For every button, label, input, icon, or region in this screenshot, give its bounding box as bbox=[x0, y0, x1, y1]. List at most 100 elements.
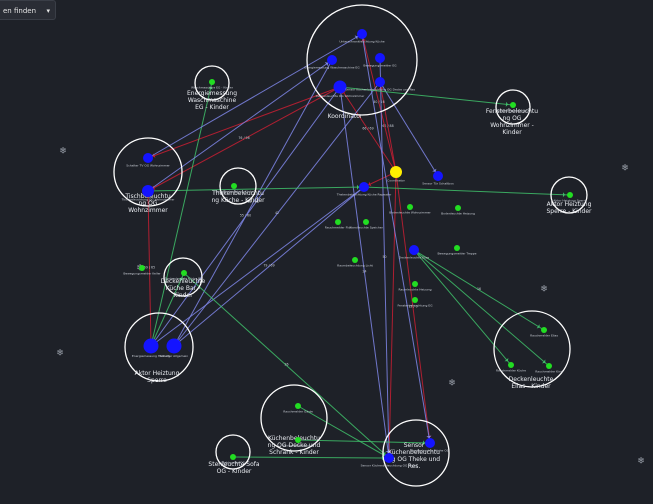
link[interactable] bbox=[413, 249, 512, 366]
link[interactable]: 50 bbox=[379, 57, 392, 459]
node-label: Sensor Tür Schaltbox bbox=[422, 182, 454, 186]
network-map[interactable]: ❄❄❄❄❄❄❄ 66 / 6962 / 8840 / 1612 / 076 / … bbox=[0, 0, 653, 500]
node-dot[interactable] bbox=[567, 192, 573, 198]
link-arrow-icon bbox=[356, 184, 360, 190]
node-device[interactable]: Schalter TV OG Wohnzimmer bbox=[126, 153, 171, 168]
node-label: Wandleuchte Speicher bbox=[349, 226, 383, 230]
node-dot[interactable] bbox=[407, 204, 413, 210]
link[interactable] bbox=[232, 455, 390, 461]
link-line[interactable] bbox=[232, 456, 390, 459]
node-endpoint[interactable]: Fensterbeleuchtung EG bbox=[397, 297, 433, 308]
node-dot[interactable] bbox=[546, 363, 552, 369]
link-line[interactable] bbox=[147, 59, 333, 192]
node-coordinator[interactable]: Coordinator bbox=[387, 166, 406, 183]
link-line[interactable] bbox=[363, 186, 571, 196]
node-dot[interactable] bbox=[357, 29, 367, 39]
node-dot[interactable] bbox=[510, 102, 516, 108]
link[interactable]: 26 bbox=[183, 272, 390, 459]
node-endpoint[interactable]: Waschmaschine EG - Kinder bbox=[191, 79, 234, 90]
node-device[interactable]: Thekenbeleuchtung Küche Repeater bbox=[336, 182, 392, 197]
node-endpoint[interactable]: Aktor Heiztung Sperre bbox=[553, 192, 587, 203]
groups-layer: Energiemessung Waschmaschine EG - Kinder Ko… bbox=[113, 4, 592, 487]
node-label: Rauchmelder Kind bbox=[535, 370, 563, 374]
node-dot[interactable] bbox=[230, 454, 236, 460]
node-dot[interactable] bbox=[295, 437, 301, 443]
node-endpoint[interactable]: Wandleuchte Speicher bbox=[349, 219, 384, 230]
node-dot[interactable] bbox=[335, 219, 341, 225]
device-group[interactable]: Fensterbeleuchtu ng OG Wohnzimmer -Kinder bbox=[486, 89, 538, 136]
node-dot[interactable] bbox=[363, 219, 369, 225]
link[interactable] bbox=[413, 249, 550, 367]
node-endpoint[interactable]: Raumbeleuchtung Licht bbox=[337, 257, 374, 268]
node-endpoint[interactable]: Rauchmelder Küche bbox=[496, 362, 526, 373]
node-label: Bewegungsmelder EG bbox=[363, 64, 397, 68]
node-label: Rauchmelder Küche bbox=[496, 369, 526, 373]
node-dot[interactable] bbox=[166, 338, 182, 354]
device-group[interactable]: Koordinator bbox=[306, 4, 418, 120]
link-line[interactable] bbox=[150, 81, 213, 347]
node-endpoint[interactable]: Bewegungsmelder Treppe bbox=[438, 245, 477, 256]
network-map-canvas[interactable]: ❄❄❄❄❄❄❄ 66 / 6962 / 8840 / 1612 / 076 / … bbox=[0, 0, 653, 500]
node-endpoint[interactable]: Deckenleuchte Küche Bar bbox=[165, 270, 204, 281]
link-line[interactable] bbox=[413, 249, 550, 367]
device-group[interactable]: Thekenbeleuchtu ng Küche - Kinder bbox=[211, 167, 265, 205]
link[interactable]: 66 / 69 bbox=[339, 86, 397, 173]
group-circle[interactable] bbox=[306, 4, 418, 116]
find-device-label: en finden bbox=[3, 7, 37, 15]
link-line[interactable] bbox=[413, 249, 512, 366]
node-dot[interactable] bbox=[375, 77, 385, 87]
node-dot[interactable] bbox=[508, 362, 514, 368]
node-dot[interactable] bbox=[425, 438, 435, 448]
node-dot[interactable] bbox=[209, 79, 215, 85]
node-endpoint[interactable]: Rauchmelder Kind bbox=[535, 363, 563, 374]
node-dot[interactable] bbox=[143, 338, 159, 354]
node-dot[interactable] bbox=[139, 265, 145, 271]
chevron-down-icon: ▾ bbox=[46, 7, 50, 15]
node-dot[interactable] bbox=[455, 205, 461, 211]
link[interactable]: 16 bbox=[413, 249, 545, 331]
device-group[interactable]: Aktor Heiztung Sperre bbox=[124, 312, 194, 384]
device-group[interactable]: Sensor Küchenbeleuchtu ng OG Theke und Res. bbox=[382, 419, 450, 487]
link[interactable] bbox=[363, 186, 571, 198]
node-dot[interactable] bbox=[352, 257, 358, 263]
link[interactable]: 79 / 69 bbox=[173, 186, 365, 347]
node-dot[interactable] bbox=[181, 270, 187, 276]
node-label: Schalter Allgemein bbox=[160, 354, 188, 358]
node-device[interactable]: Sensor Tür Schaltbox bbox=[422, 171, 454, 186]
node-dot[interactable] bbox=[412, 281, 418, 287]
node-dot[interactable] bbox=[327, 55, 337, 65]
node-device[interactable]: Unterschrankleuchtung Küche bbox=[339, 29, 385, 44]
group-label: Aktor Heiztung Sperre - Kinder bbox=[546, 201, 592, 215]
node-dot[interactable] bbox=[231, 183, 237, 189]
node-endpoint[interactable]: Bewegungsmelder Keller bbox=[123, 265, 161, 276]
node-dot[interactable] bbox=[384, 453, 394, 463]
node-endpoint[interactable]: Rauchmelder Elias bbox=[530, 327, 558, 338]
node-endpoint[interactable]: Thekenbeleuchtung Küche bbox=[213, 183, 254, 194]
link-arrow-icon bbox=[562, 192, 566, 198]
node-dot[interactable] bbox=[433, 171, 443, 181]
link[interactable]: 24 bbox=[339, 86, 391, 459]
node-dot[interactable] bbox=[143, 153, 153, 163]
node-endpoint[interactable]: Stehleuchte OG bbox=[221, 454, 245, 465]
node-device[interactable]: Sensor Küchenbeleuchtung OG Decke und Re… bbox=[345, 77, 415, 92]
snowflake-icon: ❄ bbox=[56, 349, 64, 359]
node-dot[interactable] bbox=[375, 53, 385, 63]
node-dot[interactable] bbox=[295, 403, 301, 409]
node-dot[interactable] bbox=[541, 327, 547, 333]
node-dot[interactable] bbox=[142, 185, 154, 197]
link[interactable]: 59 / 65 bbox=[144, 190, 155, 347]
node-dot[interactable] bbox=[412, 297, 418, 303]
node-endpoint[interactable]: Rauchmelder Flur bbox=[325, 219, 352, 230]
node-dot[interactable] bbox=[390, 166, 402, 178]
node-device[interactable]: Schalter Allgemein bbox=[160, 338, 188, 359]
node-endpoint[interactable]: Bodenleuchte Heizung bbox=[441, 205, 475, 216]
node-device[interactable]: Deckenleuchte Elias bbox=[399, 245, 430, 260]
node-label: Fensterbeleuchtung OG bbox=[495, 109, 531, 113]
node-dot[interactable] bbox=[359, 182, 369, 192]
node-dot[interactable] bbox=[454, 245, 460, 251]
node-endpoint[interactable]: Rauchmelder Gäste bbox=[283, 403, 313, 414]
node-label: Sensor Küchenbeleuchtung OG Decke und Re… bbox=[345, 88, 415, 92]
find-device-button[interactable]: en finden ▾ bbox=[0, 0, 56, 20]
link[interactable] bbox=[147, 59, 333, 192]
node-dot[interactable] bbox=[409, 245, 419, 255]
